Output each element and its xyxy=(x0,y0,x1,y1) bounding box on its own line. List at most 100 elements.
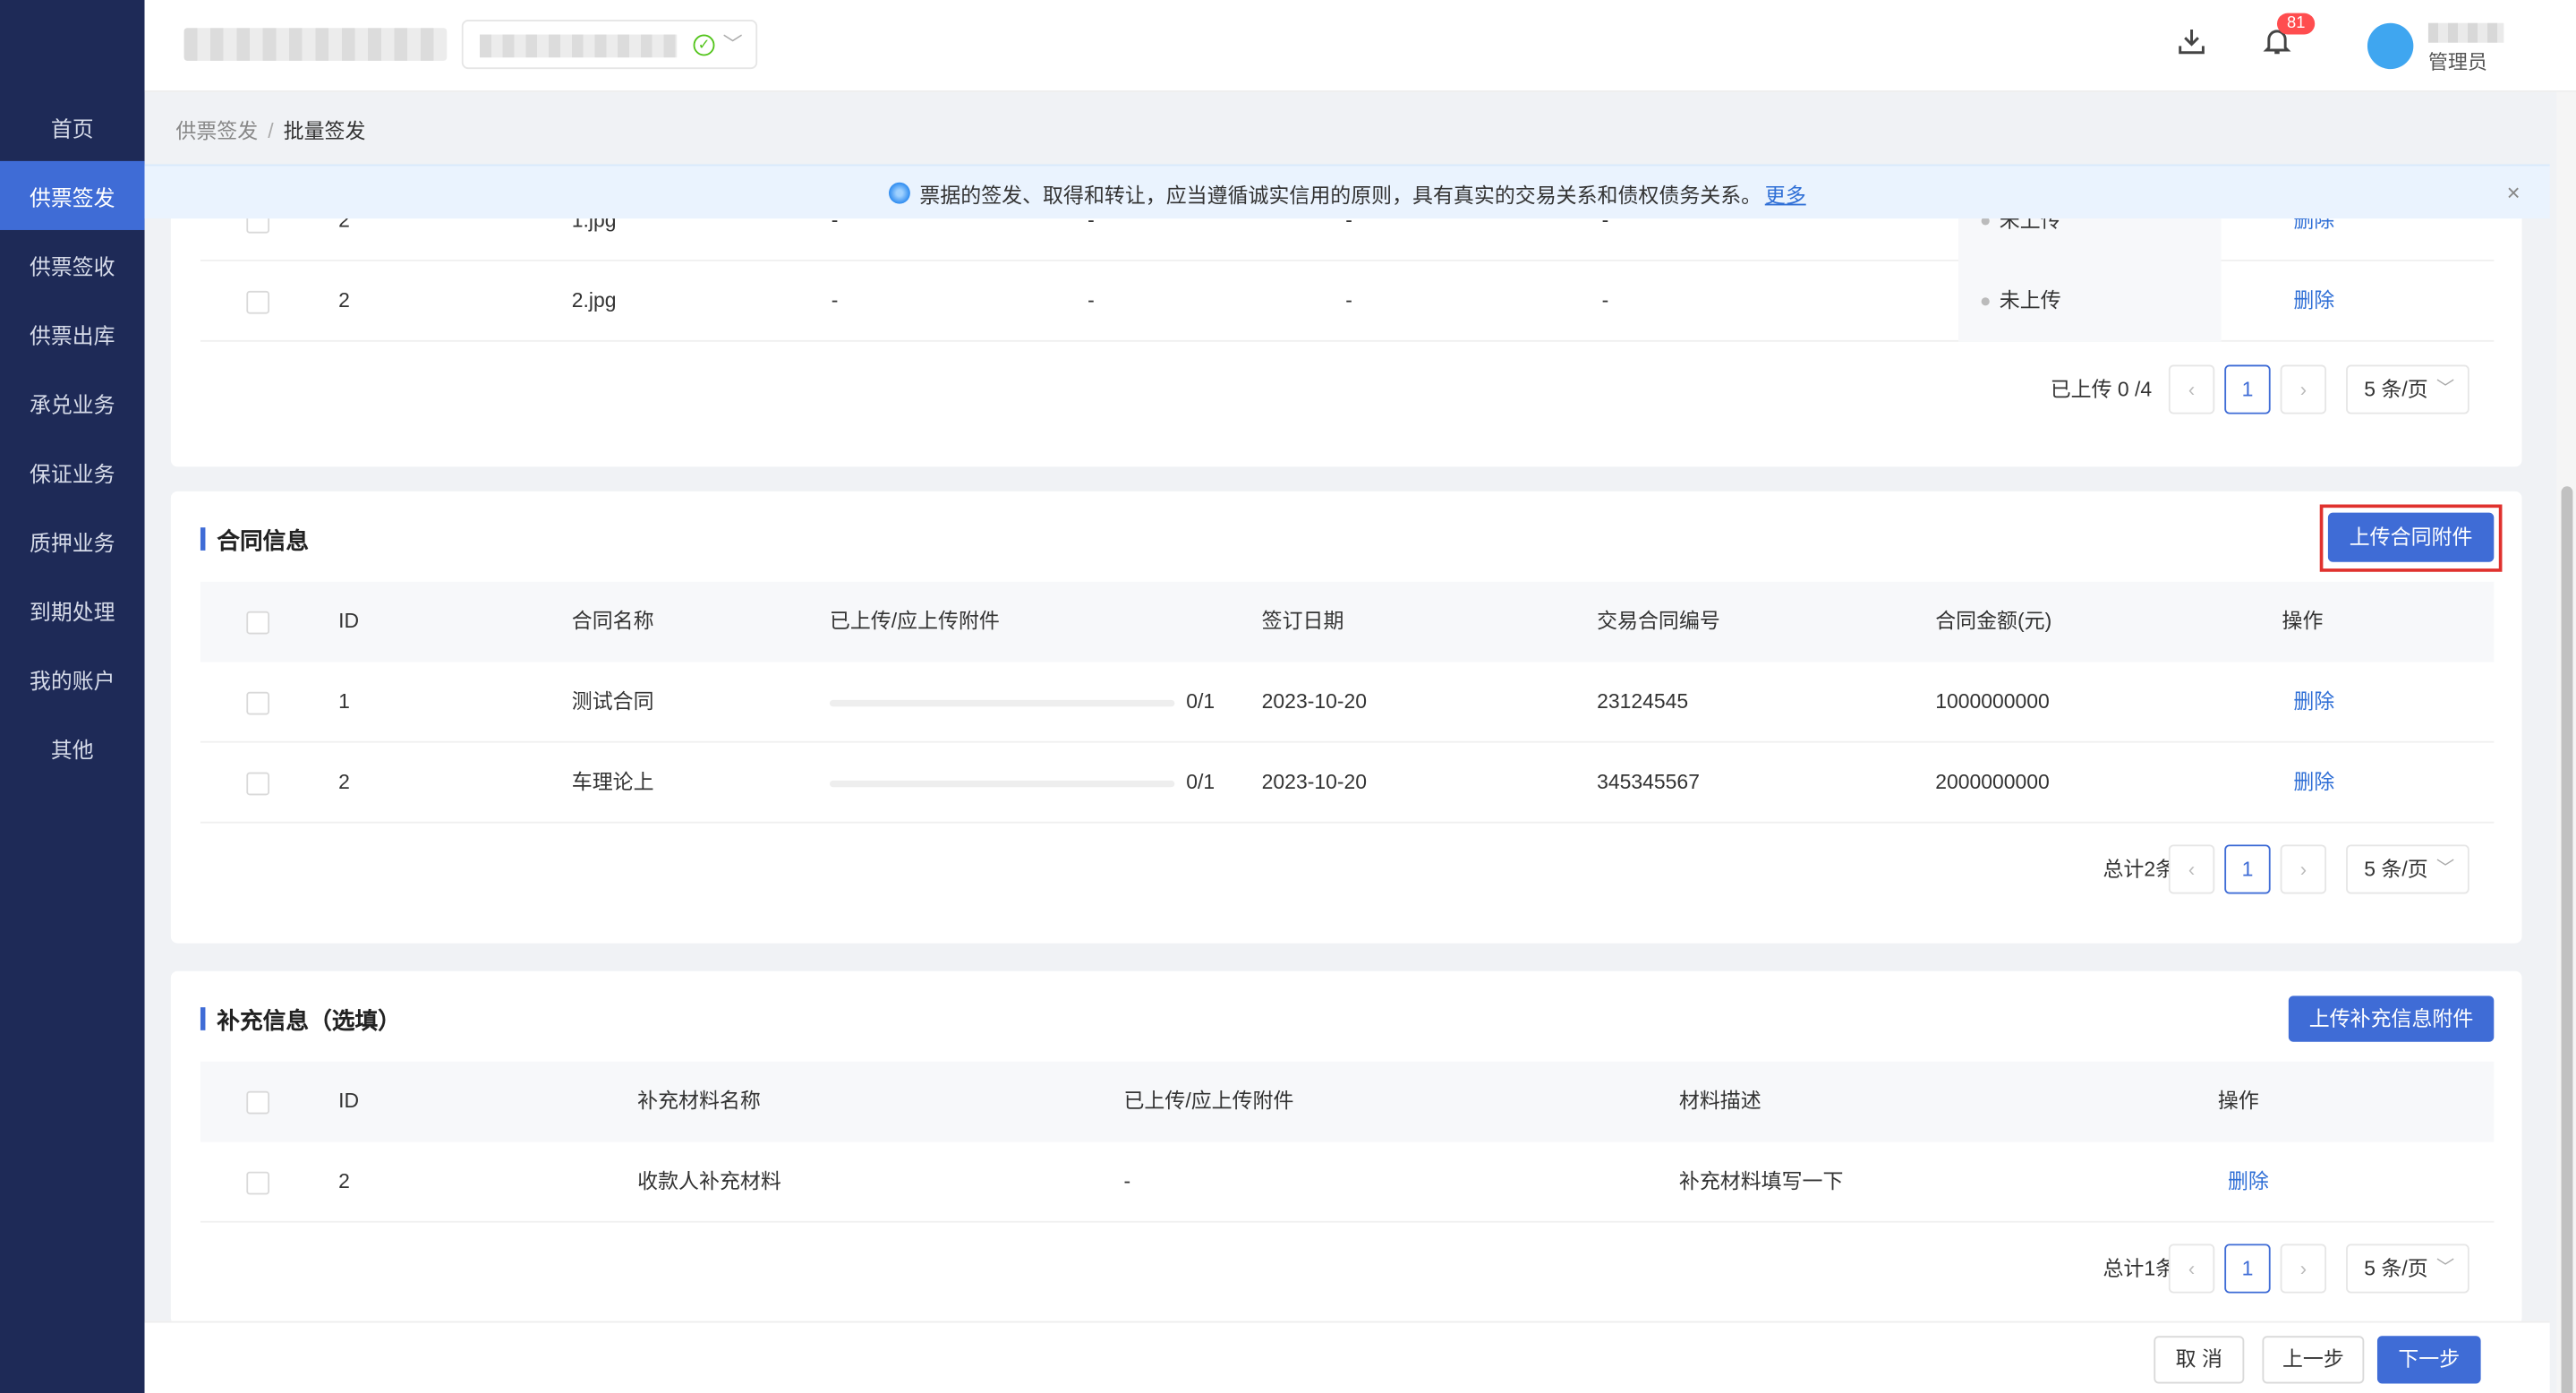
table-header: ID 补充材料名称 已上传/应上传附件 材料描述 操作 xyxy=(200,1061,2495,1142)
column-header: 已上传/应上传附件 xyxy=(1123,1089,1294,1113)
prev-page-button[interactable]: ‹ xyxy=(2168,844,2215,894)
row-checkbox[interactable] xyxy=(246,772,270,796)
table-header: ID 合同名称 已上传/应上传附件 签订日期 交易合同编号 合同金额(元) 操作 xyxy=(200,581,2495,662)
cell-date: 2023-10-20 xyxy=(1261,689,1368,714)
cell-value: - xyxy=(1345,289,1352,312)
page-number[interactable]: 1 xyxy=(2224,1243,2271,1294)
sidebar-item-account[interactable]: 我的账户 xyxy=(0,645,145,714)
cell-progress: 0/1 xyxy=(1186,770,1215,794)
scrollbar-thumb[interactable] xyxy=(2561,486,2573,1393)
cell-number: 345345567 xyxy=(1597,770,1700,794)
cell-date: 2023-10-20 xyxy=(1261,770,1368,794)
cell-id: 2 xyxy=(338,1169,350,1193)
notification-badge: 81 xyxy=(2277,13,2316,35)
notice-more-link[interactable]: 更多 xyxy=(1765,176,1806,208)
sidebar-logo-area xyxy=(0,0,145,92)
sidebar-item-maturity[interactable]: 到期处理 xyxy=(0,575,145,644)
column-header: 材料描述 xyxy=(1678,1089,1761,1113)
supplement-card: 补充信息（选填） 上传补充信息附件 ID 补充材料名称 已上传/应上传附件 材料… xyxy=(170,970,2522,1325)
prev-step-button[interactable]: 上一步 xyxy=(2262,1336,2365,1384)
row-checkbox[interactable] xyxy=(246,290,270,314)
page-size-select[interactable]: 5 条/页 ﹀ xyxy=(2346,1243,2469,1294)
download-icon[interactable] xyxy=(2173,26,2209,62)
close-icon[interactable]: × xyxy=(2507,179,2521,205)
pagination-total: 总计2条 xyxy=(2103,858,2177,881)
page-size-value: 5 条/页 xyxy=(2364,378,2428,401)
column-header: 交易合同编号 xyxy=(1597,609,1720,633)
pagination-total: 已上传 0 /4 xyxy=(2050,378,2153,401)
chevron-down-icon: ﹀ xyxy=(722,32,743,56)
cell-name: 车理论上 xyxy=(571,770,654,794)
sidebar-item-outbound[interactable]: 供票出库 xyxy=(0,299,145,368)
cell-id: 2 xyxy=(338,770,350,794)
sidebar-item-home[interactable]: 首页 xyxy=(0,92,145,161)
upload-progress-bar xyxy=(829,780,1175,788)
sidebar-item-other[interactable]: 其他 xyxy=(0,714,145,782)
username-redacted xyxy=(2427,22,2504,43)
cell-value: - xyxy=(1088,289,1095,312)
sidebar: 首页 供票签发 供票签收 供票出库 承兑业务 保证业务 质押业务 到期处理 我的… xyxy=(0,0,145,1393)
contract-card: 合同信息 上传合同附件 ID 合同名称 已上传/应上传附件 签订日期 交易合同编… xyxy=(170,491,2522,944)
delete-link[interactable]: 删除 xyxy=(2293,743,2334,824)
sidebar-item-guarantee[interactable]: 保证业务 xyxy=(0,437,145,506)
section-title-supplement: 补充信息（选填） xyxy=(200,1004,401,1037)
cell-value: - xyxy=(1601,289,1609,312)
status-dot-icon xyxy=(1981,297,1990,306)
delete-link[interactable]: 删除 xyxy=(2228,1142,2269,1223)
upload-contract-button[interactable]: 上传合同附件 xyxy=(2327,512,2495,562)
next-page-button[interactable]: › xyxy=(2280,844,2327,894)
notice-text: 票据的签发、取得和转让，应当遵循诚实信用的原则，具有真实的交易关系和债权债务关系… xyxy=(919,183,1762,207)
next-page-button[interactable]: › xyxy=(2280,1243,2327,1294)
column-header: 合同名称 xyxy=(571,609,654,633)
cell-amount: 2000000000 xyxy=(1935,770,2050,794)
pagination-total: 总计1条 xyxy=(2103,1257,2177,1280)
prev-page-button[interactable]: ‹ xyxy=(2168,1243,2215,1294)
table-row: 2 2.jpg - - - - 未上传 删除 xyxy=(200,261,2495,342)
sidebar-item-issue[interactable]: 供票签发 xyxy=(0,160,145,230)
cell-id: 2 xyxy=(338,289,350,312)
delete-link[interactable]: 删除 xyxy=(2293,662,2334,743)
select-all-checkbox[interactable] xyxy=(246,611,270,635)
page-size-value: 5 条/页 xyxy=(2364,1257,2428,1280)
page-size-select[interactable]: 5 条/页 ﹀ xyxy=(2346,844,2469,894)
sidebar-item-acceptance[interactable]: 承兑业务 xyxy=(0,368,145,437)
pagination: 总计1条 ‹ 1 › 5 条/页 ﹀ xyxy=(2083,1243,2494,1294)
status-cell: 未上传 xyxy=(1958,261,2222,342)
pagination: 总计2条 ‹ 1 › 5 条/页 ﹀ xyxy=(2083,844,2494,894)
row-checkbox[interactable] xyxy=(246,1171,270,1195)
breadcrumb-current: 批量签发 xyxy=(283,119,366,143)
verified-icon: ✓ xyxy=(693,34,715,56)
next-step-button[interactable]: 下一步 xyxy=(2376,1336,2481,1384)
avatar[interactable] xyxy=(2367,22,2414,70)
next-page-button[interactable]: › xyxy=(2280,364,2327,414)
sidebar-item-pledge[interactable]: 质押业务 xyxy=(0,506,145,575)
table-row: 2 车理论上 0/1 2023-10-20 345345567 20000000… xyxy=(200,743,2495,824)
cancel-button[interactable]: 取 消 xyxy=(2154,1336,2245,1384)
breadcrumb-parent[interactable]: 供票签发 xyxy=(175,120,258,143)
chevron-down-icon: ﹀ xyxy=(2436,859,2455,879)
cell-amount: 1000000000 xyxy=(1935,689,2050,714)
page-number[interactable]: 1 xyxy=(2224,844,2271,894)
upload-supplement-button[interactable]: 上传补充信息附件 xyxy=(2288,996,2495,1042)
org-name-redacted xyxy=(479,34,678,58)
page-size-select[interactable]: 5 条/页 ﹀ xyxy=(2346,364,2469,414)
column-header: ID xyxy=(338,609,360,633)
table-row: 1 测试合同 0/1 2023-10-20 23124545 100000000… xyxy=(200,662,2495,743)
row-checkbox[interactable] xyxy=(246,691,270,715)
prev-page-button[interactable]: ‹ xyxy=(2168,364,2215,414)
info-icon xyxy=(888,181,910,203)
user-role: 管理员 xyxy=(2427,50,2487,74)
page-scrollbar[interactable] xyxy=(2556,91,2576,1393)
org-selector[interactable]: ✓ ﹀ xyxy=(461,20,758,70)
column-header: 签订日期 xyxy=(1261,609,1344,633)
page-size-value: 5 条/页 xyxy=(2364,858,2428,881)
company-name-redacted xyxy=(183,28,448,61)
sidebar-item-receive[interactable]: 供票签收 xyxy=(0,230,145,299)
table-row: 2 收款人补充材料 - 补充材料填写一下 删除 xyxy=(200,1142,2495,1223)
cell-name: 2.jpg xyxy=(571,289,617,312)
column-header: 补充材料名称 xyxy=(637,1089,761,1113)
page-number[interactable]: 1 xyxy=(2224,364,2271,414)
delete-link[interactable]: 删除 xyxy=(2293,261,2334,342)
select-all-checkbox[interactable] xyxy=(246,1090,270,1115)
status-text: 未上传 xyxy=(1999,289,2061,312)
